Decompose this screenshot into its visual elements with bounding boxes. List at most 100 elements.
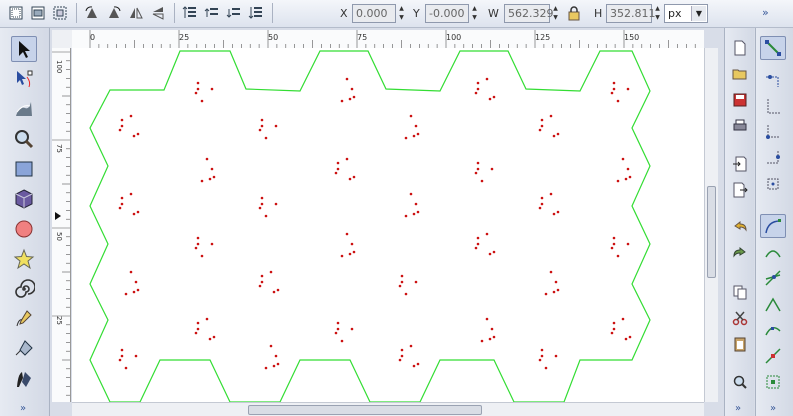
- export-button[interactable]: [730, 180, 750, 200]
- pin-dot: [200, 179, 204, 183]
- node-tool[interactable]: [11, 66, 37, 92]
- save-button[interactable]: [730, 90, 750, 110]
- commands-overflow-button[interactable]: »: [735, 403, 741, 414]
- snap-bbox-edges-button[interactable]: [760, 94, 786, 118]
- snap-cusp-nodes-button[interactable]: [760, 292, 786, 316]
- raise-button[interactable]: [202, 3, 222, 23]
- flip-horizontal-button[interactable]: [126, 3, 146, 23]
- pin-dot: [269, 344, 273, 348]
- snap-toggle-button[interactable]: [760, 36, 786, 60]
- pin-dot: [610, 331, 614, 335]
- pin-dot: [490, 167, 494, 171]
- height-field[interactable]: 352.811: [606, 4, 656, 23]
- snap-intersections-button[interactable]: [760, 266, 786, 290]
- pin-dot: [474, 171, 478, 175]
- pin-dot: [258, 284, 262, 288]
- vertical-scrollbar[interactable]: [704, 48, 718, 402]
- paste-button[interactable]: [730, 334, 750, 354]
- pin-dot: [208, 177, 212, 181]
- snap-bbox-midpoints-button[interactable]: [760, 146, 786, 170]
- 3d-box-tool[interactable]: [11, 186, 37, 212]
- lock-icon: [568, 6, 580, 21]
- printer-icon: [733, 119, 747, 131]
- star-tool[interactable]: [11, 246, 37, 272]
- snap-bbox-button[interactable]: [760, 68, 786, 92]
- width-field[interactable]: 562.329: [504, 4, 554, 23]
- lock-ratio-button[interactable]: [564, 3, 584, 23]
- import-button[interactable]: [730, 154, 750, 174]
- snap-smooth-nodes-button[interactable]: [760, 318, 786, 342]
- pin-dot: [612, 236, 616, 240]
- flip-vertical-button[interactable]: [148, 3, 168, 23]
- pin-dot: [549, 192, 553, 196]
- pin-dot: [616, 254, 620, 258]
- ruler-label: 125: [535, 33, 550, 42]
- rectangle-tool[interactable]: [11, 156, 37, 182]
- snap-overflow-button[interactable]: »: [770, 403, 776, 414]
- snap-bbox-corners-button[interactable]: [760, 120, 786, 144]
- deselect-button[interactable]: [50, 3, 70, 23]
- pin-dot: [492, 250, 496, 254]
- zoom-selection-button[interactable]: [730, 372, 750, 392]
- rotate-ccw-button[interactable]: [82, 3, 102, 23]
- pin-dot: [628, 335, 632, 339]
- pin-dot: [610, 91, 614, 95]
- lower-icon: [226, 8, 240, 18]
- flip-horizontal-icon: [130, 7, 143, 19]
- calligraphy-tool[interactable]: [11, 366, 37, 392]
- ruler-label: 0: [90, 33, 95, 42]
- lower-to-bottom-button[interactable]: [246, 3, 266, 23]
- x-field[interactable]: 0.000: [352, 4, 396, 23]
- pin-dot: [628, 175, 632, 179]
- vertical-scroll-thumb[interactable]: [707, 186, 716, 278]
- pin-dot: [272, 364, 276, 368]
- magnifier-icon: [15, 130, 34, 149]
- toolbar-overflow-button[interactable]: »: [762, 6, 769, 19]
- pencil-tool[interactable]: [11, 306, 37, 332]
- pin-dot: [612, 327, 616, 331]
- raise-to-top-button[interactable]: [180, 3, 200, 23]
- horizontal-scrollbar[interactable]: [72, 402, 704, 416]
- x-spinner[interactable]: ▲ ▼: [397, 4, 406, 23]
- spiral-tool[interactable]: [11, 276, 37, 302]
- open-button[interactable]: [730, 64, 750, 84]
- height-spinner[interactable]: ▲ ▼: [653, 4, 662, 23]
- rotate-cw-button[interactable]: [104, 3, 124, 23]
- pin-dot: [336, 327, 340, 331]
- zoom-tool[interactable]: [11, 126, 37, 152]
- toolbox-overflow-button[interactable]: »: [20, 403, 26, 414]
- undo-button[interactable]: [730, 218, 750, 238]
- width-spinner[interactable]: ▲ ▼: [551, 4, 560, 23]
- redo-button[interactable]: [730, 244, 750, 264]
- snap-nodes-button[interactable]: [760, 214, 786, 238]
- drawing-canvas[interactable]: [72, 48, 704, 402]
- snap-centers-button[interactable]: [760, 370, 786, 394]
- y-spinner[interactable]: ▲ ▼: [470, 4, 479, 23]
- snap-midpoints-button[interactable]: [760, 344, 786, 368]
- pin-dot: [340, 254, 344, 258]
- select-all-layers-button[interactable]: [28, 3, 48, 23]
- lower-button[interactable]: [224, 3, 244, 23]
- ruler-corner: [52, 30, 72, 48]
- horizontal-scroll-thumb[interactable]: [248, 405, 482, 415]
- select-all-button[interactable]: [6, 3, 26, 23]
- selector-tool[interactable]: [11, 36, 37, 62]
- y-field[interactable]: -0.000: [425, 4, 469, 23]
- snap-paths-icon: [765, 250, 781, 258]
- cut-button[interactable]: [730, 308, 750, 328]
- pen-tool[interactable]: [11, 336, 37, 362]
- snap-paths-button[interactable]: [760, 240, 786, 264]
- snap-bbox-centers-button[interactable]: [760, 172, 786, 196]
- ellipse-tool[interactable]: [11, 216, 37, 242]
- pin-dot: [210, 167, 214, 171]
- tweak-tool[interactable]: [11, 96, 37, 122]
- unit-select[interactable]: px ▼: [664, 4, 708, 23]
- pin-dot: [136, 288, 140, 292]
- pin-dot: [345, 232, 349, 236]
- copy-icon: [733, 285, 747, 300]
- copy-button[interactable]: [730, 282, 750, 302]
- pin-dot: [118, 128, 122, 132]
- new-document-button[interactable]: [730, 38, 750, 58]
- raise-icon: [204, 8, 218, 17]
- print-button[interactable]: [730, 116, 750, 136]
